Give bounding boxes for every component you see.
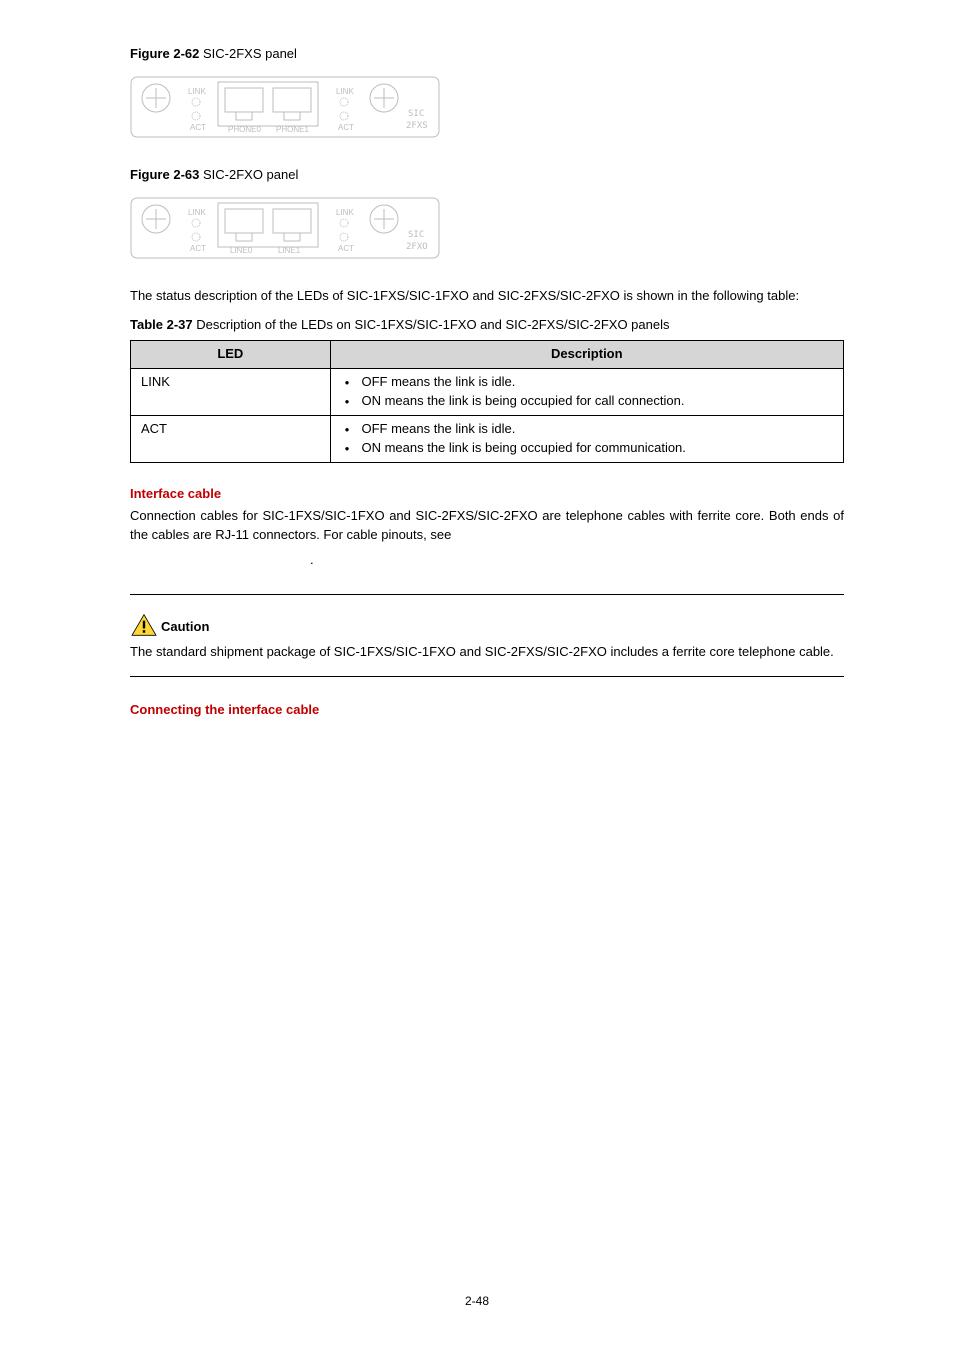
svg-text:LINK: LINK bbox=[336, 208, 354, 217]
figure-62-text: SIC-2FXS panel bbox=[203, 46, 297, 61]
figure-62-caption: Figure 2-62 SIC-2FXS panel bbox=[130, 45, 844, 64]
svg-text:PHONE1: PHONE1 bbox=[276, 125, 309, 134]
caution-bottom-rule bbox=[130, 676, 844, 677]
cell-link-desc: OFF means the link is idle. ON means the… bbox=[330, 369, 843, 416]
svg-text:LINK: LINK bbox=[336, 87, 354, 96]
figure-62-label: Figure 2-62 bbox=[130, 46, 199, 61]
table-row: LINK OFF means the link is idle. ON mean… bbox=[131, 369, 844, 416]
svg-text:PHONE0: PHONE0 bbox=[228, 125, 261, 134]
svg-text:ACT: ACT bbox=[338, 123, 354, 132]
page-number: 2-48 bbox=[0, 1293, 954, 1310]
interface-cable-text: Connection cables for SIC-1FXS/SIC-1FXO … bbox=[130, 507, 844, 545]
act-bullet-1: OFF means the link is idle. bbox=[345, 420, 833, 439]
caution-top-rule bbox=[130, 594, 844, 595]
figure-62-panel: LINK ACT PHONE0 PHONE1 LINK ACT SIC 2FXS bbox=[130, 76, 844, 138]
figure-63-caption: Figure 2-63 SIC-2FXO panel bbox=[130, 166, 844, 185]
svg-text:SIC: SIC bbox=[408, 109, 424, 119]
svg-text:ACT: ACT bbox=[190, 244, 206, 253]
svg-text:LINE0: LINE0 bbox=[230, 246, 253, 255]
svg-text:ACT: ACT bbox=[190, 123, 206, 132]
caution-text: The standard shipment package of SIC-1FX… bbox=[130, 643, 844, 662]
svg-text:ACT: ACT bbox=[338, 244, 354, 253]
figure-63-label: Figure 2-63 bbox=[130, 167, 199, 182]
svg-text:LINK: LINK bbox=[188, 208, 206, 217]
table-header-row: LED Description bbox=[131, 341, 844, 369]
svg-text:LINK: LINK bbox=[188, 87, 206, 96]
link-bullet-2: ON means the link is being occupied for … bbox=[345, 392, 833, 411]
figure-63-text: SIC-2FXO panel bbox=[203, 167, 298, 182]
cell-act-desc: OFF means the link is idle. ON means the… bbox=[330, 415, 843, 462]
connecting-cable-heading: Connecting the interface cable bbox=[130, 701, 844, 720]
th-led: LED bbox=[131, 341, 331, 369]
th-description: Description bbox=[330, 341, 843, 369]
svg-text:2FXS: 2FXS bbox=[406, 121, 428, 131]
warning-icon bbox=[130, 613, 158, 637]
table-37-label: Table 2-37 bbox=[130, 317, 193, 332]
status-description-text: The status description of the LEDs of SI… bbox=[130, 287, 844, 306]
svg-text:2FXO: 2FXO bbox=[406, 242, 428, 252]
table-37-text: Description of the LEDs on SIC-1FXS/SIC-… bbox=[196, 317, 669, 332]
cell-link: LINK bbox=[131, 369, 331, 416]
caution-block: Caution The standard shipment package of… bbox=[130, 594, 844, 677]
interface-cable-heading: Interface cable bbox=[130, 485, 844, 504]
sic-2fxs-panel-svg: LINK ACT PHONE0 PHONE1 LINK ACT SIC 2FXS bbox=[130, 76, 440, 138]
link-bullet-1: OFF means the link is idle. bbox=[345, 373, 833, 392]
caution-header: Caution bbox=[130, 613, 844, 637]
trailing-dot: . bbox=[310, 551, 844, 570]
svg-text:SIC: SIC bbox=[408, 230, 424, 240]
cell-act: ACT bbox=[131, 415, 331, 462]
act-bullet-2: ON means the link is being occupied for … bbox=[345, 439, 833, 458]
sic-2fxo-panel-svg: LINK ACT LINE0 LINE1 LINK ACT SIC 2FXO bbox=[130, 197, 440, 259]
svg-text:LINE1: LINE1 bbox=[278, 246, 301, 255]
led-description-table: LED Description LINK OFF means the link … bbox=[130, 340, 844, 462]
caution-label: Caution bbox=[161, 618, 209, 637]
table-row: ACT OFF means the link is idle. ON means… bbox=[131, 415, 844, 462]
figure-63-panel: LINK ACT LINE0 LINE1 LINK ACT SIC 2FXO bbox=[130, 197, 844, 259]
table-37-caption: Table 2-37 Description of the LEDs on SI… bbox=[130, 316, 844, 335]
